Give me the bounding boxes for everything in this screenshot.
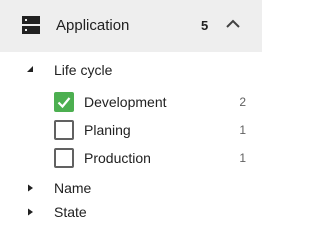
option-count: 2 <box>239 95 246 109</box>
storage-icon <box>22 16 40 34</box>
chevron-up-icon[interactable] <box>226 19 240 29</box>
option-development[interactable]: Development 2 <box>0 89 262 115</box>
group-label: State <box>54 204 87 220</box>
check-icon <box>57 97 71 109</box>
option-count: 1 <box>239 151 246 165</box>
option-label: Development <box>84 94 167 110</box>
group-name[interactable]: Name <box>0 177 262 199</box>
option-production[interactable]: Production 1 <box>0 145 262 171</box>
caret-right-icon <box>28 184 33 192</box>
option-label: Production <box>84 150 151 166</box>
group-state[interactable]: State <box>0 201 262 223</box>
option-count: 1 <box>239 123 246 137</box>
caret-down-icon <box>27 66 33 72</box>
facet-count-badge: 5 <box>201 18 209 33</box>
group-life-cycle[interactable]: Life cycle <box>0 59 262 81</box>
group-label: Name <box>54 180 92 196</box>
group-label: Life cycle <box>54 62 113 78</box>
caret-right-icon <box>28 208 33 216</box>
application-facet-header[interactable]: Application 5 <box>0 0 262 52</box>
checkbox-checked[interactable] <box>54 92 74 112</box>
checkbox-unchecked[interactable] <box>54 120 74 140</box>
checkbox-unchecked[interactable] <box>54 148 74 168</box>
facet-title: Application <box>56 17 130 34</box>
option-label: Planing <box>84 122 131 138</box>
option-planing[interactable]: Planing 1 <box>0 117 262 143</box>
